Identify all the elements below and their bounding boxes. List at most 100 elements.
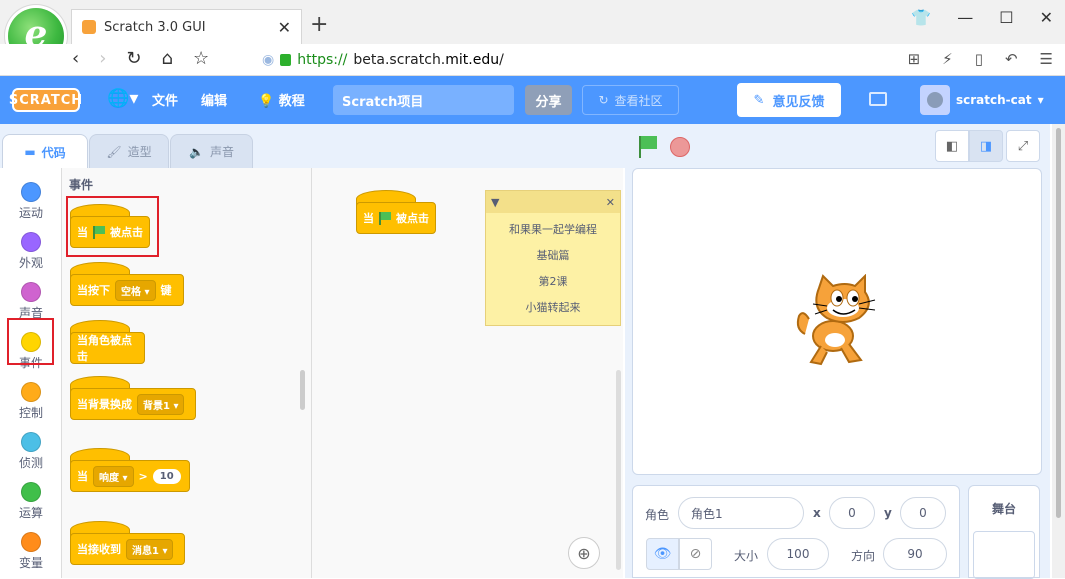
username: scratch-cat	[956, 93, 1032, 107]
threshold-input[interactable]: 10	[152, 468, 181, 484]
category-6[interactable]: 运算	[0, 474, 62, 524]
page-scrollbar[interactable]	[1052, 124, 1065, 578]
star-icon[interactable]: ☆	[193, 48, 209, 69]
tablet-icon[interactable]: ▯	[975, 50, 983, 68]
direction-label: 方向	[851, 549, 876, 563]
new-tab-icon[interactable]: +	[310, 12, 328, 37]
speaker-icon: 🔈	[189, 144, 204, 159]
large-stage-icon: ◨	[979, 138, 993, 154]
message-dropdown[interactable]: 消息1	[126, 538, 174, 560]
block-when-sprite-clicked[interactable]: 当角色被点击	[70, 332, 145, 364]
sprite-name-input[interactable]: 角色1	[678, 497, 804, 529]
visibility-toggle: 👁 ⊘	[646, 538, 712, 570]
category-5[interactable]: 侦测	[0, 424, 62, 474]
comment-header: ▼ ✕	[486, 191, 620, 213]
scratch-logo[interactable]: SCRATCH	[9, 88, 82, 112]
tab-sounds[interactable]: 🔈 声音	[170, 134, 253, 168]
category-2[interactable]: 声音	[0, 274, 62, 324]
category-label: 外观	[18, 256, 43, 270]
lightning-icon[interactable]: ⚡	[942, 50, 953, 68]
category-color-icon	[21, 482, 41, 502]
url-host: beta.scratch.mit.edu/	[353, 52, 504, 68]
category-0[interactable]: 运动	[0, 174, 62, 224]
feedback-button[interactable]: ✎ 意见反馈	[737, 83, 841, 117]
large-stage-button[interactable]: ◨	[969, 130, 1003, 162]
menu-edit[interactable]: 编辑	[201, 90, 227, 109]
user-menu[interactable]: scratch-cat ▾	[920, 85, 1044, 115]
block-when-key-pressed[interactable]: 当按下空格键	[70, 274, 184, 306]
see-community-button[interactable]: ↻ 查看社区	[582, 85, 679, 115]
project-title-input[interactable]: Scratch项目	[333, 85, 514, 115]
zoom-in-icon: ⊕	[577, 543, 591, 563]
show-sprite-button[interactable]: 👁	[646, 538, 679, 570]
scratch-cat-sprite[interactable]	[793, 274, 883, 369]
block-when-sensor-greater[interactable]: 当响度>10	[70, 460, 190, 492]
lightbulb-icon: 💡	[258, 94, 279, 109]
back-icon[interactable]: ‹	[72, 48, 79, 69]
direction-input[interactable]: 90	[883, 538, 947, 570]
share-button[interactable]: 分享	[525, 85, 572, 115]
maximize-icon[interactable]: ☐	[999, 8, 1013, 27]
scratch-favicon-icon	[82, 20, 96, 34]
collapse-icon[interactable]: ▼	[491, 196, 499, 209]
site-info-icon[interactable]: ◉	[262, 52, 274, 68]
tab-costumes[interactable]: 🖌 造型	[89, 134, 169, 168]
close-tab-icon[interactable]: ✕	[278, 18, 291, 37]
undo-icon[interactable]: ↶	[1005, 50, 1018, 68]
stop-button[interactable]	[670, 137, 690, 157]
small-stage-button[interactable]: ◧	[935, 130, 969, 162]
stage-selector[interactable]: 舞台	[968, 485, 1040, 579]
script-when-flag-clicked[interactable]: 当被点击	[356, 202, 436, 234]
key-dropdown[interactable]: 空格	[115, 279, 156, 301]
close-window-icon[interactable]: ✕	[1040, 8, 1053, 27]
pencil-icon: ✎	[753, 92, 765, 108]
minimize-icon[interactable]: —	[957, 8, 973, 27]
home-icon[interactable]: ⌂	[162, 48, 173, 69]
stage-canvas[interactable]	[632, 168, 1042, 475]
comment-line: 第2课	[538, 275, 568, 288]
url-scheme: https://	[297, 52, 348, 68]
browser-tab-title: Scratch 3.0 GUI	[104, 19, 206, 35]
lock-icon	[280, 54, 292, 66]
language-globe-icon[interactable]: 🌐▾	[107, 88, 138, 109]
qr-code-icon[interactable]: ⊞	[908, 50, 921, 68]
workspace-scrollbar[interactable]	[616, 370, 621, 570]
block-when-backdrop-switches[interactable]: 当背景换成 背景1	[70, 388, 196, 420]
forward-icon[interactable]: ›	[99, 48, 106, 69]
size-input[interactable]: 100	[767, 538, 829, 570]
folder-icon[interactable]	[869, 92, 887, 106]
sensor-dropdown[interactable]: 响度	[93, 465, 134, 487]
category-7[interactable]: 变量	[0, 524, 62, 574]
menu-file[interactable]: 文件	[152, 90, 178, 109]
close-icon[interactable]: ✕	[606, 196, 615, 209]
address-bar[interactable]: ◉ https:// beta.scratch.mit.edu/	[262, 48, 862, 72]
menu-tutorials[interactable]: 💡 教程	[258, 90, 305, 109]
y-position-input[interactable]: 0	[900, 497, 946, 529]
tab-code[interactable]: ▬ 代码	[2, 134, 88, 169]
hide-sprite-button[interactable]: ⊘	[679, 538, 712, 570]
category-label: 侦测	[18, 456, 43, 470]
category-4[interactable]: 控制	[0, 374, 62, 424]
category-label: 变量	[18, 556, 43, 570]
small-stage-icon: ◧	[945, 138, 959, 154]
chevron-down-icon: ▾	[1037, 93, 1044, 107]
sprite-name-label: 角色	[645, 508, 670, 522]
zoom-in-button[interactable]: ⊕	[568, 537, 600, 569]
size-label: 大小	[734, 549, 759, 563]
browser-nav-bar: ‹ › ↻ ⌂ ☆ ◉ https:// beta.scratch.mit.edu…	[0, 44, 1065, 76]
flyout-scrollbar[interactable]	[300, 370, 305, 410]
stage-selector-title: 舞台	[991, 502, 1016, 516]
backdrop-dropdown[interactable]: 背景1	[137, 393, 185, 415]
reload-icon[interactable]: ↻	[126, 48, 141, 69]
x-position-input[interactable]: 0	[829, 497, 875, 529]
category-label: 运算	[18, 506, 43, 520]
browser-tab[interactable]: Scratch 3.0 GUI ✕	[71, 9, 302, 44]
green-flag-button[interactable]	[637, 136, 659, 158]
shirt-icon[interactable]: 👕	[911, 8, 931, 27]
stage-thumbnail[interactable]	[973, 531, 1035, 579]
block-when-i-receive[interactable]: 当接收到 消息1	[70, 533, 185, 565]
category-1[interactable]: 外观	[0, 224, 62, 274]
fullscreen-button[interactable]: ⤢	[1006, 130, 1040, 162]
menu-icon[interactable]: ☰	[1040, 50, 1053, 68]
comment-note[interactable]: ▼ ✕ 和果果一起学编程 基础篇 第2课 小猫转起来	[485, 190, 621, 326]
